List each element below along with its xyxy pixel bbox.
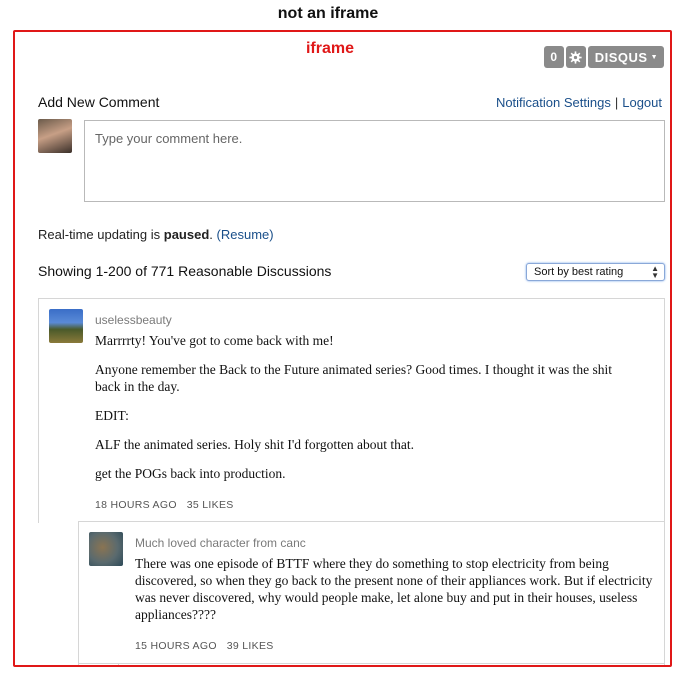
logout-link[interactable]: Logout [622, 95, 662, 110]
comment-body: There was one episode of BTTF where they… [135, 555, 660, 623]
disqus-menu-button[interactable]: DISQUS ▼ [587, 46, 664, 68]
nested-thread-line [118, 664, 119, 665]
notification-count-button[interactable]: 0 [543, 46, 564, 68]
comment-likes[interactable]: 35 LIKES [187, 499, 234, 511]
comment-meta: 15 HOURS AGO 39 LIKES [135, 640, 274, 652]
sort-selected-value: Sort by best rating [534, 266, 624, 278]
author-avatar[interactable] [49, 309, 83, 343]
comment-paragraph: ALF the animated series. Holy shit I'd f… [95, 437, 414, 452]
comment-timestamp[interactable]: 15 HOURS AGO [135, 640, 217, 652]
notification-settings-link[interactable]: Notification Settings [496, 95, 611, 110]
current-user-avatar [38, 119, 72, 153]
disqus-logo: DISQUS [594, 49, 648, 65]
comment-paragraph: There was one episode of BTTF where they… [135, 556, 653, 622]
author-name[interactable]: Much loved character from canc [135, 536, 306, 550]
author-avatar[interactable] [89, 532, 123, 566]
resume-link[interactable]: (Resume) [217, 227, 274, 242]
up-down-arrows-icon: ▲ ▼ [651, 264, 659, 280]
caret-down-icon: ▼ [650, 53, 658, 61]
reply-post: Much loved character from canc There was… [78, 521, 665, 665]
comment-paragraph: Marrrrty! You've got to come back with m… [95, 333, 334, 348]
account-links: Notification Settings | Logout [496, 95, 662, 110]
realtime-status: Real-time updating is paused. (Resume) [38, 227, 274, 242]
add-comment-heading: Add New Comment [38, 94, 160, 110]
sort-select[interactable]: Sort by best rating ▲ ▼ [526, 263, 665, 281]
comment-likes[interactable]: 39 LIKES [227, 640, 274, 652]
reply-divider [78, 663, 665, 664]
discussion-count: Showing 1-200 of 771 Reasonable Discussi… [38, 263, 332, 279]
settings-button[interactable] [565, 46, 586, 68]
author-name[interactable]: uselessbeauty [95, 313, 172, 327]
outer-label: not an iframe [277, 5, 379, 22]
comment-paragraph: get the POGs back into production. [95, 466, 286, 481]
realtime-suffix: . [209, 227, 213, 242]
iframe-container: iframe 0 DISQUS ▼ Add New Comment Notifi… [13, 30, 672, 667]
realtime-state: paused [163, 227, 210, 242]
comment-timestamp[interactable]: 18 HOURS AGO [95, 499, 177, 511]
comment-meta: 18 HOURS AGO 35 LIKES [95, 499, 234, 511]
comment-input[interactable]: Type your comment here. [84, 120, 665, 202]
realtime-prefix: Real-time updating is [38, 227, 161, 242]
disqus-toolbar: 0 DISQUS ▼ [543, 46, 664, 68]
comment-paragraph: EDIT: [95, 408, 129, 423]
comment-post: uselessbeauty Marrrrty! You've got to co… [38, 298, 665, 523]
link-separator: | [614, 95, 619, 110]
comment-paragraph: Anyone remember the Back to the Future a… [95, 362, 613, 394]
comment-body: Marrrrty! You've got to come back with m… [95, 332, 635, 494]
gear-icon [569, 50, 582, 64]
